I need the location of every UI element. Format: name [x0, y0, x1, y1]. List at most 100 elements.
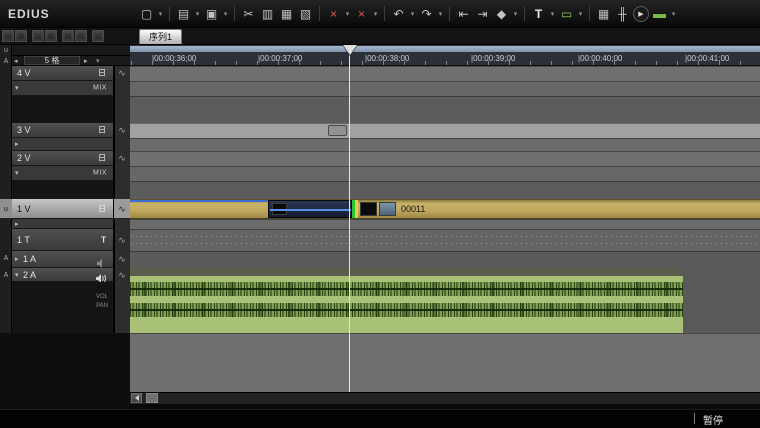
track-header-3v[interactable]: 3 V 日	[12, 123, 114, 138]
scroll-left-button[interactable]	[131, 393, 142, 403]
track-height-next-button[interactable]: ▸	[84, 57, 88, 65]
clip-edit-marker[interactable]	[355, 200, 358, 218]
create-title-button[interactable]: T	[530, 4, 547, 23]
chevron-down-icon[interactable]: ▾	[670, 4, 677, 23]
rubber-band-icon[interactable]: ∿	[114, 153, 130, 163]
dual-monitor-button[interactable]: ▭	[558, 4, 575, 23]
play-button[interactable]: ▶	[633, 6, 649, 22]
chevron-down-icon[interactable]: ▾	[409, 4, 416, 23]
chevron-down-icon[interactable]: ▾	[437, 4, 444, 23]
patch-audio-icon[interactable]: A	[1, 57, 11, 66]
quick-tool-button-2[interactable]	[15, 30, 27, 42]
redo-button[interactable]: ↷	[418, 4, 435, 23]
track-height-preset[interactable]: 5 格	[24, 56, 80, 65]
quick-tool-button-5[interactable]	[62, 30, 74, 42]
chevron-down-icon[interactable]: ▾	[512, 4, 519, 23]
clip-fragment-3v[interactable]	[328, 125, 347, 136]
scrollbar-thumb[interactable]	[146, 393, 158, 403]
expand-icon[interactable]: ▸	[15, 140, 19, 148]
clip-1v-transition[interactable]	[268, 200, 352, 218]
track-header-1a[interactable]: ▸ 1 A	[12, 251, 114, 268]
audio-clip-header-strip[interactable]	[130, 268, 683, 276]
quick-tool-button-4[interactable]	[45, 30, 57, 42]
track-lane-2v-expanded[interactable]	[130, 181, 760, 199]
quick-tool-button-1[interactable]	[2, 30, 14, 42]
chevron-down-icon[interactable]: ▾	[577, 4, 584, 23]
grid-button[interactable]: ▦	[595, 4, 612, 23]
track-lane-1a[interactable]	[130, 251, 760, 268]
volume-label[interactable]: VOL	[96, 294, 108, 300]
rubber-band-icon[interactable]: ∿	[114, 235, 130, 245]
track-header-3v-sub[interactable]: ▸	[12, 138, 114, 151]
set-out-point-button[interactable]: ⇥	[474, 4, 491, 23]
save-project-button[interactable]: ▣	[203, 4, 220, 23]
replace-button[interactable]: ▧	[297, 4, 314, 23]
quick-tool-button-6[interactable]	[75, 30, 87, 42]
track-header-2v[interactable]: 2 V 日	[12, 151, 114, 166]
title-track-button[interactable]: T	[101, 235, 106, 244]
undo-button[interactable]: ↶	[390, 4, 407, 23]
patch-audio-icon[interactable]: A	[1, 254, 11, 263]
quick-tool-button-3[interactable]	[32, 30, 44, 42]
add-marker-button[interactable]: ◆	[493, 4, 510, 23]
track-header-2a[interactable]: ▾ 2 A	[12, 268, 114, 282]
paste-button[interactable]: ▦	[278, 4, 295, 23]
ripple-delete-button[interactable]: ×	[353, 4, 370, 23]
timeline-empty-area[interactable]	[130, 333, 760, 392]
collapse-icon[interactable]: ▾	[15, 169, 19, 177]
track-lane-4v-mixer[interactable]	[130, 81, 760, 96]
open-project-button[interactable]: ▤	[175, 4, 192, 23]
patch-video-icon[interactable]: u	[1, 205, 11, 214]
track-lane-2v[interactable]	[130, 151, 760, 166]
export-button[interactable]: ▬	[651, 4, 668, 23]
track-header-1t[interactable]: 1 T T	[12, 229, 114, 251]
track-height-prev-button[interactable]: ◂	[14, 57, 18, 65]
track-source-button[interactable]: 日	[98, 203, 106, 214]
chevron-down-icon[interactable]: ▾	[549, 4, 556, 23]
new-sequence-button[interactable]: ▢	[138, 4, 155, 23]
set-in-point-button[interactable]: ⇤	[455, 4, 472, 23]
track-lane-3v[interactable]	[130, 123, 760, 138]
track-header-1v-sub[interactable]: ▸	[12, 219, 114, 229]
rubber-band-icon[interactable]: ∿	[114, 125, 130, 135]
chevron-down-icon[interactable]: ▾	[194, 4, 201, 23]
chevron-down-icon[interactable]: ▾	[157, 4, 164, 23]
track-source-button[interactable]: 日	[98, 153, 106, 164]
expand-icon[interactable]: ▸	[15, 220, 19, 228]
patch-video-icon[interactable]: u	[1, 46, 11, 55]
playhead-marker[interactable]	[343, 45, 357, 55]
track-lane-2a-empty[interactable]	[683, 268, 760, 333]
rubber-band-icon[interactable]: ∿	[114, 68, 130, 78]
timecode-ruler[interactable]: |00:00:36;00 |00:00:37;00 |00:00:38;00 |…	[130, 52, 760, 66]
cut-button[interactable]: ✂	[240, 4, 257, 23]
patch-audio-icon[interactable]: A	[1, 271, 11, 280]
sequence-tab[interactable]: 序列1	[139, 29, 182, 44]
copy-button[interactable]: ▥	[259, 4, 276, 23]
horizontal-scrollbar[interactable]	[130, 392, 760, 404]
track-header-4v-mixer[interactable]: ▾ MIX	[12, 81, 114, 96]
chevron-down-icon[interactable]: ▾	[372, 4, 379, 23]
collapse-icon[interactable]: ▾	[15, 84, 19, 92]
clip-1v-selected[interactable]	[130, 199, 760, 219]
rubber-band-icon[interactable]: ∿	[114, 204, 130, 214]
chevron-down-icon[interactable]: ▾	[344, 4, 351, 23]
track-source-button[interactable]: 日	[98, 68, 106, 79]
track-lane-3v-sub[interactable]	[130, 138, 760, 151]
track-lane-2v-mixer[interactable]	[130, 166, 760, 181]
chevron-down-icon[interactable]: ▾	[96, 57, 100, 65]
chevron-down-icon[interactable]: ▾	[222, 4, 229, 23]
track-header-4v[interactable]: 4 V 日	[12, 66, 114, 81]
delete-button[interactable]: ×	[325, 4, 342, 23]
track-header-1v-selected[interactable]: 1 V 日	[12, 199, 114, 219]
expand-icon[interactable]: ▸	[15, 255, 19, 263]
track-lane-1t[interactable]	[130, 229, 760, 251]
track-lane-4v-expanded[interactable]	[130, 96, 760, 123]
collapse-icon[interactable]: ▾	[15, 271, 19, 279]
timeline-range-bar[interactable]	[130, 45, 760, 52]
track-lane-1v-sub[interactable]	[130, 219, 760, 229]
rubber-band-icon[interactable]: ∿	[114, 270, 130, 280]
track-lane-4v[interactable]	[130, 66, 760, 81]
track-header-2v-mixer[interactable]: ▾ MIX	[12, 166, 114, 181]
rubber-band-icon[interactable]: ∿	[114, 254, 130, 264]
pan-label[interactable]: PAN	[96, 303, 108, 309]
